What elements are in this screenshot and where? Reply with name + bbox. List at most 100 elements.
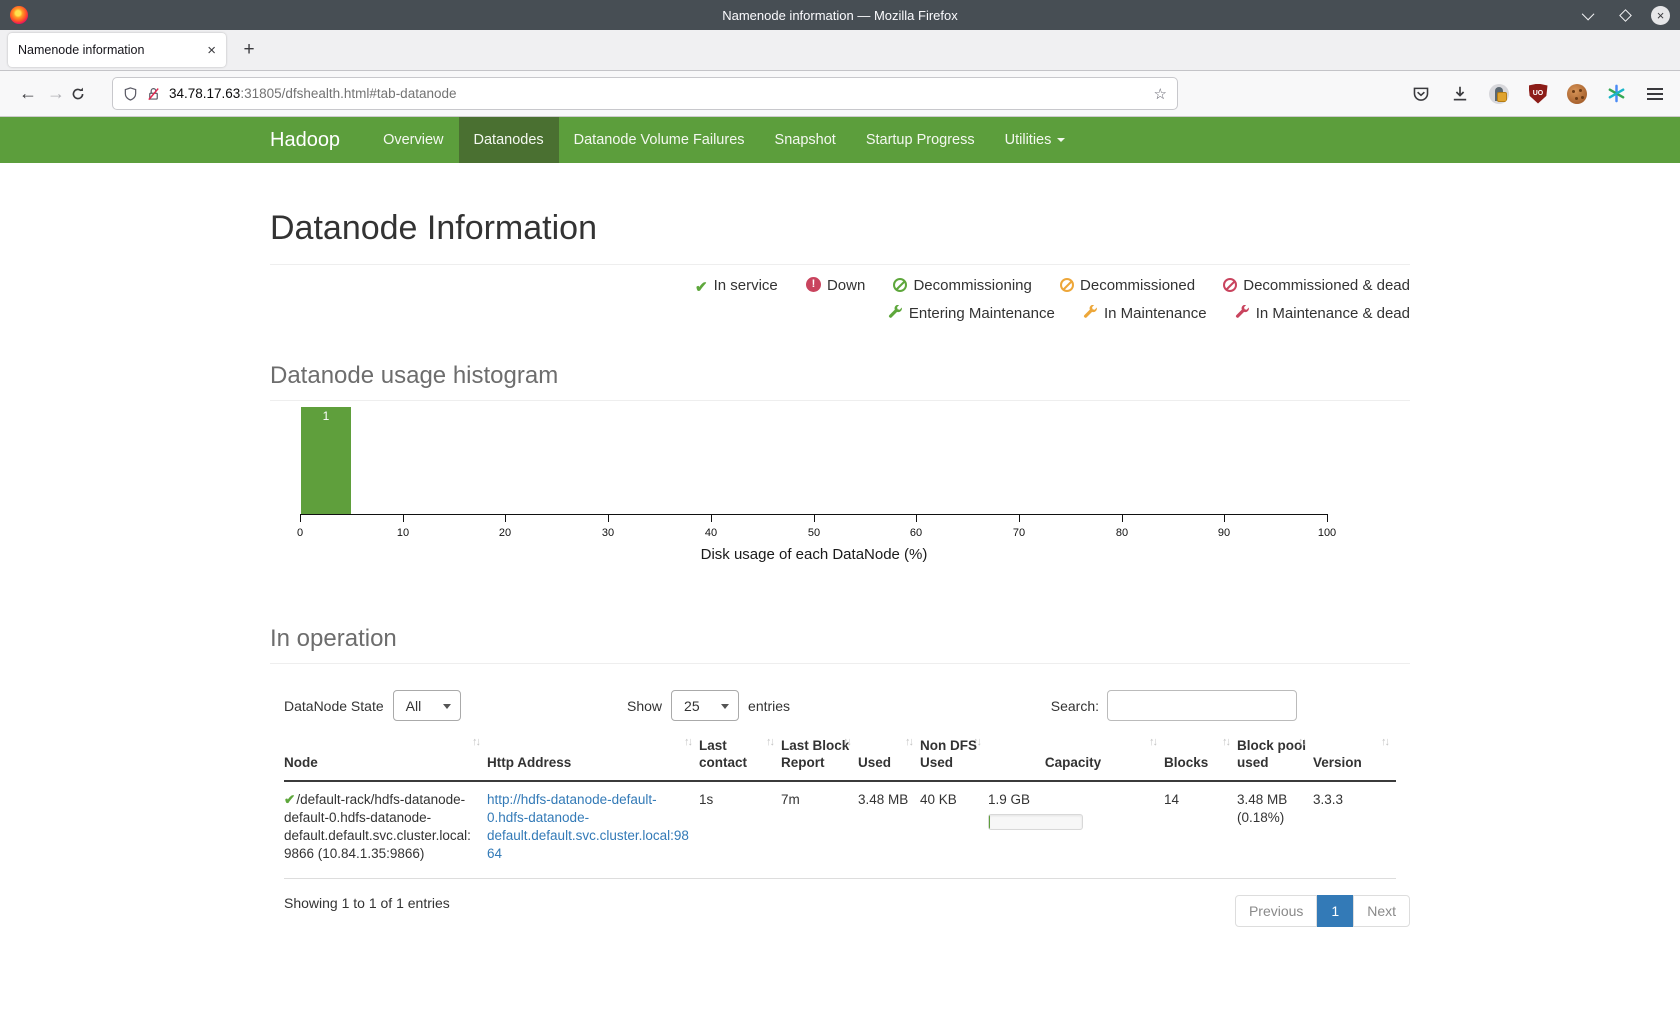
page-title: Datanode Information [270, 209, 1410, 248]
pocket-icon [1412, 85, 1430, 103]
table-controls: DataNode State All Show 25 entries Searc… [270, 686, 1410, 728]
legend-in-service: ✔In service [695, 277, 778, 294]
col-header-non-dfs-used[interactable]: Non DFS Used↑↓ [920, 734, 988, 781]
cell-version: 3.3.3 [1313, 781, 1396, 878]
window-minimize-button[interactable] [1579, 5, 1599, 25]
entries-label: entries [748, 698, 790, 714]
x-tick-label: 30 [602, 527, 614, 539]
hadoop-navbar: Hadoop Overview Datanodes Datanode Volum… [0, 117, 1680, 163]
sort-icon[interactable]: ↑↓ [1222, 736, 1229, 750]
nav-item-utilities[interactable]: Utilities [990, 117, 1081, 163]
legend-in-maintenance-dead: In Maintenance & dead [1235, 305, 1410, 322]
col-header-node[interactable]: Node↑↓ [284, 734, 487, 781]
table-row: ✔/default-rack/hdfs-datanode-default-0.h… [284, 781, 1396, 878]
next-page-button[interactable]: Next [1353, 895, 1410, 927]
shield-permissions-icon[interactable] [123, 86, 138, 102]
show-entries-select[interactable]: 25 [671, 690, 739, 721]
ban-circle-icon [893, 278, 907, 292]
cell-last-block-report: 7m [781, 781, 858, 878]
sort-icon[interactable]: ↑↓ [472, 736, 479, 750]
window-close-button[interactable]: × [1651, 6, 1670, 25]
check-icon: ✔ [695, 278, 708, 296]
asterisk-extension-button[interactable] [1605, 83, 1627, 105]
nav-item-snapshot[interactable]: Snapshot [760, 117, 851, 163]
reload-button[interactable] [70, 86, 98, 102]
legend-in-maintenance: In Maintenance [1083, 305, 1207, 322]
new-tab-button[interactable]: + [234, 35, 264, 65]
forward-button[interactable]: → [42, 83, 70, 104]
url-text[interactable]: 34.78.17.63:31805/dfshealth.html#tab-dat… [169, 86, 1146, 101]
cell-node: ✔/default-rack/hdfs-datanode-default-0.h… [284, 781, 487, 878]
browser-tab[interactable]: Namenode information × [8, 33, 226, 67]
legend-decommissioned-dead: Decommissioned & dead [1223, 277, 1410, 294]
browser-toolbar: ← → 34.78.17.63:31805/dfshealth.html#tab… [0, 71, 1680, 117]
cell-used: 3.48 MB [858, 781, 920, 878]
window-title: Namenode information — Mozilla Firefox [0, 8, 1680, 23]
extension-lock-icon [1489, 84, 1509, 104]
col-header-used[interactable]: Used↑↓ [858, 734, 920, 781]
nav-item-startup-progress[interactable]: Startup Progress [851, 117, 990, 163]
tab-close-icon[interactable]: × [207, 42, 216, 59]
bookmark-star-icon[interactable]: ☆ [1154, 85, 1167, 103]
wrench-icon [1083, 305, 1098, 320]
cell-capacity: 1.9 GB [988, 781, 1164, 878]
sort-icon[interactable]: ↑↓ [843, 736, 850, 750]
wrench-icon [1235, 305, 1250, 320]
http-address-link[interactable]: http://hdfs-datanode-default-0.hdfs-data… [487, 792, 689, 862]
sort-icon[interactable]: ↑↓ [1149, 736, 1156, 750]
col-header-last-contact[interactable]: Last contact↑↓ [699, 734, 781, 781]
hamburger-icon [1647, 88, 1663, 100]
nav-item-volume-failures[interactable]: Datanode Volume Failures [559, 117, 760, 163]
ublock-origin-button[interactable]: UO [1527, 83, 1549, 105]
cell-blocks: 14 [1164, 781, 1237, 878]
col-header-capacity[interactable]: Capacity↑↓ [988, 734, 1164, 781]
pocket-button[interactable] [1410, 83, 1432, 105]
sort-icon[interactable]: ↑↓ [905, 736, 912, 750]
insecure-lock-icon[interactable] [146, 86, 161, 102]
window-maximize-button[interactable] [1615, 5, 1635, 25]
back-button[interactable]: ← [14, 83, 42, 104]
col-header-last-block-report[interactable]: Last Block Report↑↓ [781, 734, 858, 781]
datanode-state-select[interactable]: All [393, 690, 461, 721]
downloads-button[interactable] [1449, 83, 1471, 105]
ublock-shield-icon: UO [1529, 84, 1548, 104]
cell-last-contact: 1s [699, 781, 781, 878]
capacity-progress-bar [988, 814, 1083, 830]
legend-down: !Down [806, 277, 865, 294]
legend-entering-maintenance: Entering Maintenance [888, 305, 1055, 322]
col-header-blocks[interactable]: Blocks↑↓ [1164, 734, 1237, 781]
x-tick-label: 70 [1013, 527, 1025, 539]
previous-page-button[interactable]: Previous [1235, 895, 1317, 927]
menu-button[interactable] [1644, 83, 1666, 105]
histogram-bar: 1 [301, 407, 351, 515]
pagination: Previous 1 Next [1235, 895, 1410, 927]
sort-icon[interactable]: ↑↓ [973, 736, 980, 750]
chevron-down-icon [1581, 7, 1594, 20]
tab-strip: Namenode information × + [0, 30, 1680, 71]
sort-icon[interactable]: ↑↓ [1298, 736, 1305, 750]
legend-decommissioning: Decommissioning [893, 277, 1031, 294]
col-header-block-pool-used[interactable]: Block pool used↑↓ [1237, 734, 1313, 781]
col-header-http-address[interactable]: Http Address↑↓ [487, 734, 699, 781]
nav-item-datanodes[interactable]: Datanodes [459, 117, 559, 163]
url-path: :31805/dfshealth.html#tab-datanode [240, 86, 456, 101]
page-1-button[interactable]: 1 [1317, 895, 1353, 927]
sort-icon[interactable]: ↑↓ [1381, 736, 1388, 750]
sort-icon[interactable]: ↑↓ [766, 736, 773, 750]
x-tick-label: 20 [499, 527, 511, 539]
search-input[interactable] [1107, 690, 1297, 721]
datanodes-table: Node↑↓ Http Address↑↓ Last contact↑↓ Las… [284, 734, 1396, 879]
x-tick-label: 10 [397, 527, 409, 539]
col-header-version[interactable]: Version↑↓ [1313, 734, 1396, 781]
cookie-extension-button[interactable] [1566, 83, 1588, 105]
x-tick-label: 50 [808, 527, 820, 539]
navbar-brand[interactable]: Hadoop [270, 117, 368, 163]
datanode-usage-histogram: 1 0 10 20 30 40 50 60 70 80 90 100 Disk … [270, 407, 1410, 585]
datanode-state-label: DataNode State [284, 698, 384, 714]
sort-icon[interactable]: ↑↓ [684, 736, 691, 750]
nav-item-overview[interactable]: Overview [368, 117, 458, 163]
exclamation-circle-icon: ! [806, 277, 821, 292]
show-label: Show [627, 698, 662, 714]
extension-privacy-button[interactable] [1488, 83, 1510, 105]
url-bar[interactable]: 34.78.17.63:31805/dfshealth.html#tab-dat… [112, 77, 1178, 110]
